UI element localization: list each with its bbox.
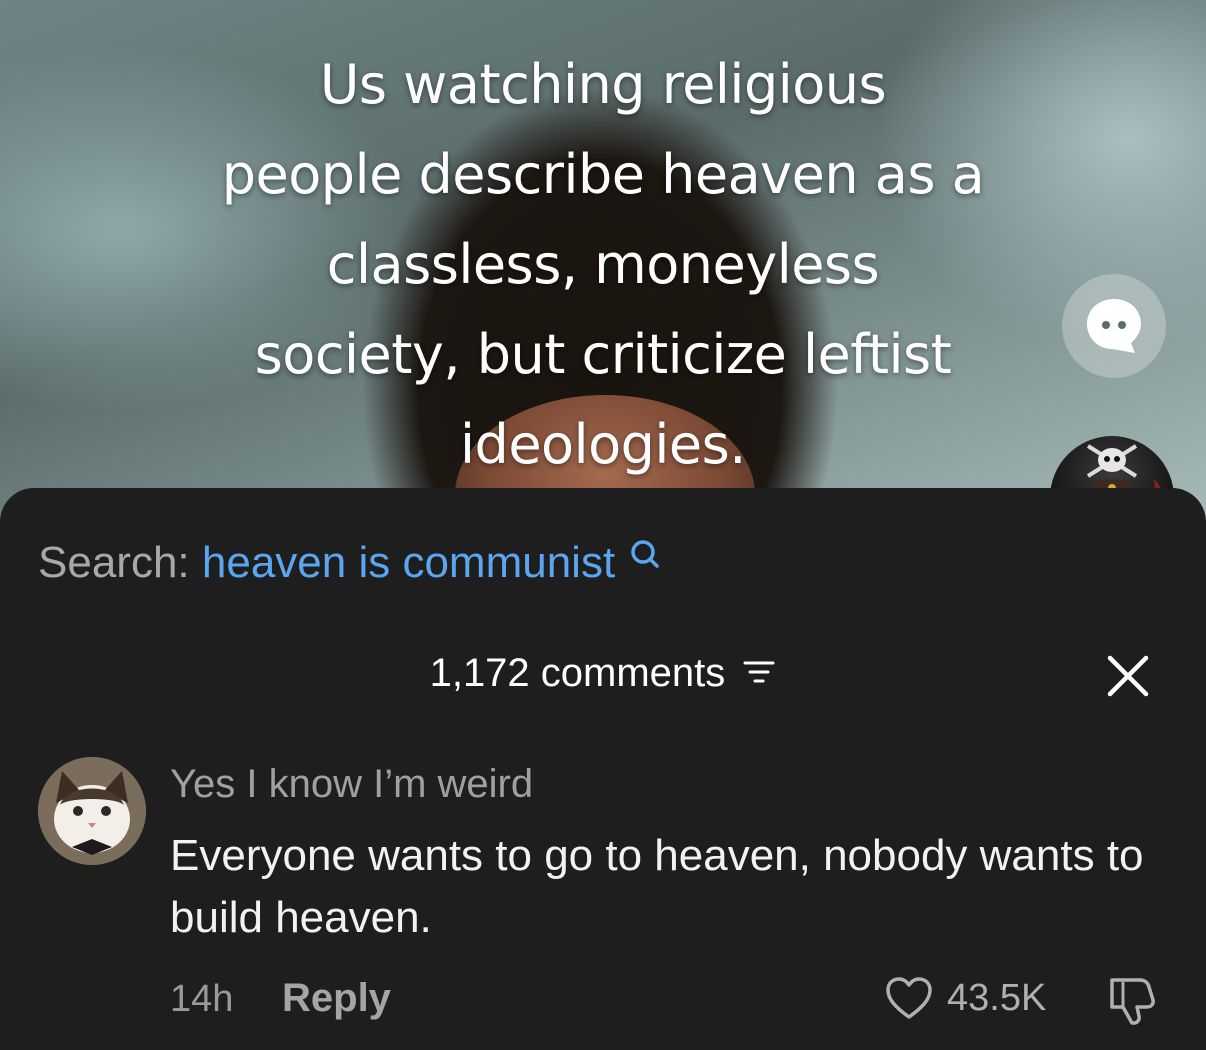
caption-line: Us watching religious (319, 53, 887, 116)
thumbs-down-icon (1110, 978, 1155, 1025)
search-icon[interactable] (629, 538, 660, 572)
chat-bubble-icon (1087, 299, 1141, 353)
close-button[interactable] (1104, 652, 1152, 700)
comments-header: 1,172 comments (0, 648, 1206, 698)
caption-line: people describe heaven as a (221, 143, 985, 206)
reply-button[interactable]: Reply (282, 974, 391, 1022)
comment-count: 1,172 comments (429, 651, 726, 695)
caption-line: society, but criticize leftist (254, 323, 952, 386)
comment-text: Everyone wants to go to heaven, nobody w… (170, 831, 1144, 942)
sort-filter-icon[interactable] (742, 658, 776, 686)
search-term-link[interactable]: heaven is communist (202, 538, 615, 587)
dislike-button[interactable] (1106, 974, 1162, 1026)
commenter-avatar[interactable] (38, 757, 146, 865)
video-player[interactable]: Us watching religious people describe he… (0, 0, 1206, 595)
heart-icon (886, 977, 932, 1019)
video-caption: Us watching religious people describe he… (100, 40, 1106, 490)
like-count: 43.5K (947, 977, 1047, 1019)
app-screen: Us watching religious people describe he… (0, 0, 1206, 1050)
like-button[interactable]: 43.5K (885, 972, 1046, 1024)
chat-button[interactable] (1062, 274, 1166, 378)
comment-username[interactable]: Yes I know I’m weird (170, 760, 533, 808)
search-suggestion[interactable]: Search: heaven is communist (38, 538, 660, 588)
caption-line: classless, moneyless (326, 233, 880, 296)
close-icon (1107, 655, 1149, 697)
comment-timestamp: 14h (170, 978, 234, 1020)
caption-line: ideologies. (460, 413, 746, 476)
search-label: Search: (38, 538, 190, 587)
cat-avatar-icon (38, 757, 146, 865)
